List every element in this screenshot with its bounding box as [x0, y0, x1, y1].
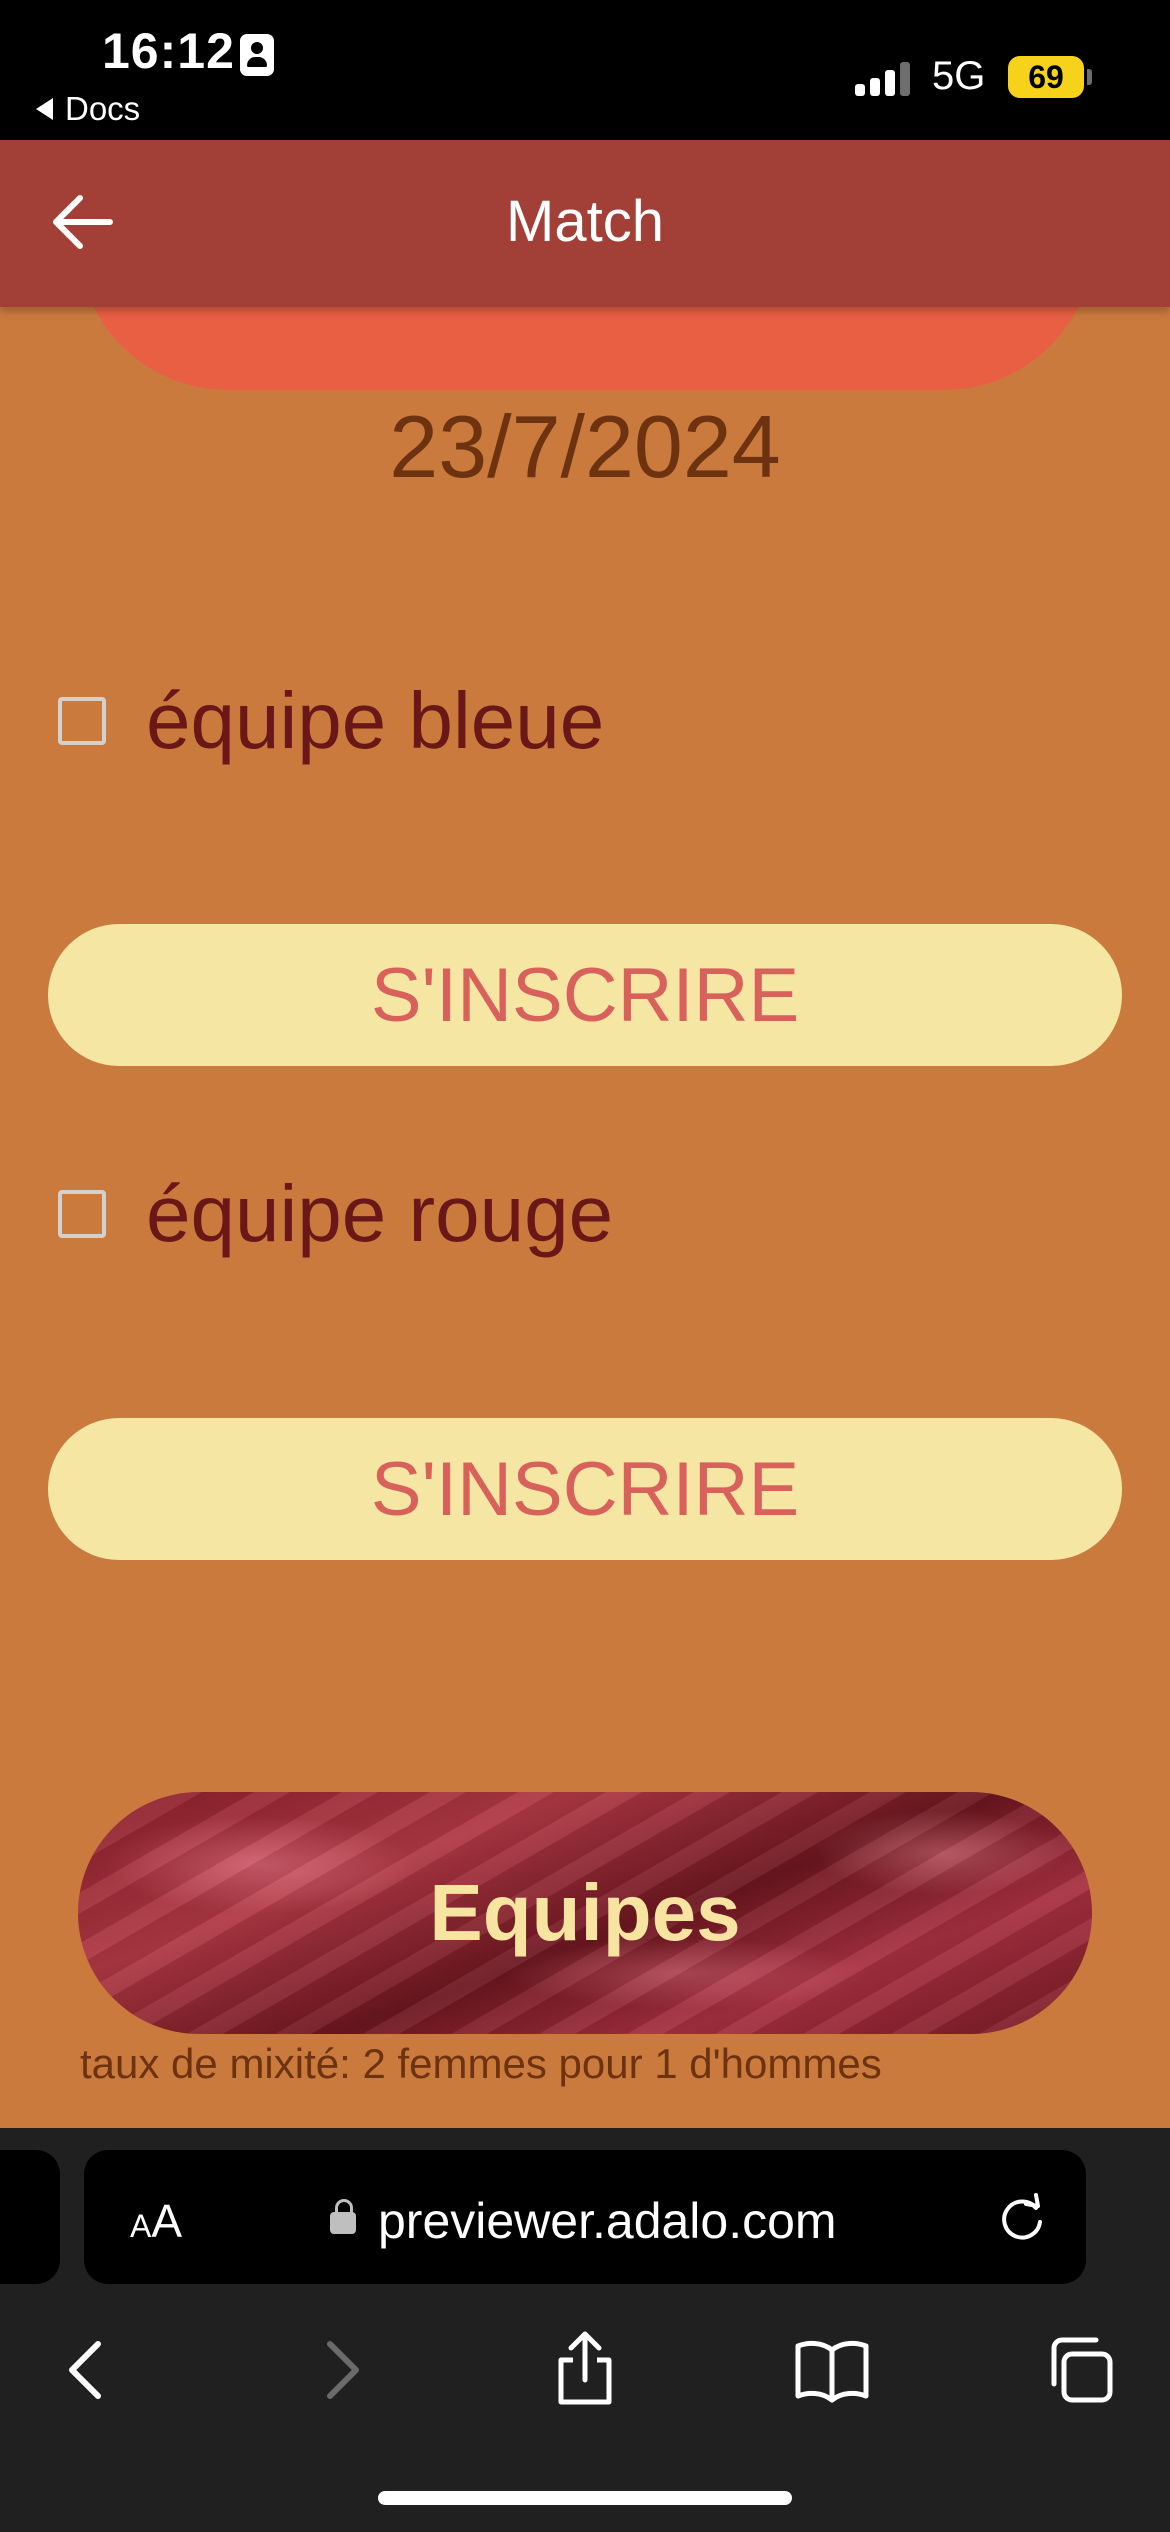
status-time: 16:12 [102, 23, 235, 79]
previous-tab-edge[interactable] [0, 2150, 60, 2284]
register-red-button[interactable]: S'INSCRIRE [48, 1418, 1122, 1560]
url-text: previewer.adalo.com [378, 2193, 837, 2249]
home-indicator[interactable] [378, 2491, 792, 2505]
network-type: 5G [932, 54, 986, 98]
match-date: 23/7/2024 [389, 397, 781, 496]
status-bar: 16:12 Docs 5G 69 [0, 0, 1170, 140]
cellular-signal-icon [855, 60, 915, 96]
back-triangle-icon [36, 98, 53, 120]
team-red-row: équipe rouge [58, 1168, 613, 1260]
team-blue-label: équipe bleue [146, 676, 605, 765]
battery-tip [1087, 69, 1092, 85]
register-blue-button[interactable]: S'INSCRIRE [48, 924, 1122, 1066]
app-header: Match [0, 140, 1170, 307]
teams-button[interactable]: Equipes [78, 1792, 1092, 2034]
team-red-label: équipe rouge [146, 1169, 614, 1258]
reader-options-button[interactable]: AA [130, 2194, 182, 2248]
team-blue-row: équipe bleue [58, 675, 604, 767]
battery-icon: 69 [1008, 56, 1084, 98]
share-icon[interactable] [545, 2330, 625, 2410]
chevron-right-icon[interactable] [300, 2330, 380, 2410]
team-red-checkbox[interactable] [58, 1190, 106, 1238]
chevron-left-icon[interactable] [48, 2330, 128, 2410]
page-title: Match [506, 189, 664, 254]
browser-chrome: AA previewer.adalo.com [0, 2128, 1170, 2532]
address-bar[interactable]: AA previewer.adalo.com [84, 2150, 1086, 2284]
aa-small-label: A [130, 2208, 152, 2244]
phone-screen: 16:12 Docs 5G 69 Match 23/7/2024 équipe … [0, 0, 1170, 2532]
aa-large-label: A [151, 2195, 183, 2247]
back-app-label: Docs [65, 90, 141, 127]
mixity-text: taux de mixité: 2 femmes pour 1 d'hommes [80, 2040, 882, 2087]
app-content: Match 23/7/2024 équipe bleue S'INSCRIRE … [0, 140, 1170, 2128]
book-icon[interactable] [792, 2330, 872, 2410]
browser-toolbar [0, 2300, 1170, 2440]
tabs-icon[interactable] [1040, 2330, 1120, 2410]
reload-icon[interactable] [996, 2192, 1048, 2244]
teams-button-label: Equipes [429, 1868, 741, 1957]
back-to-app-link[interactable]: Docs [36, 90, 140, 128]
team-blue-checkbox[interactable] [58, 697, 106, 745]
lock-icon [330, 2199, 356, 2234]
contact-card-icon [240, 34, 274, 76]
battery-level: 69 [1028, 58, 1064, 95]
